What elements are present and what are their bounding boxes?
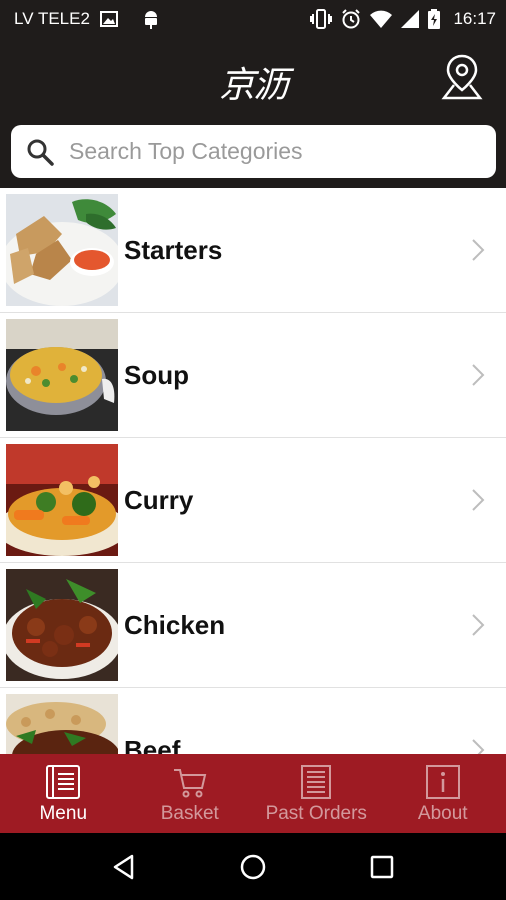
curry-dish-image <box>6 444 118 556</box>
chevron-right-icon <box>472 364 485 386</box>
category-row-starters[interactable]: Starters <box>0 188 506 313</box>
chevron-right-icon <box>472 239 485 261</box>
android-icon <box>142 9 160 29</box>
tab-past-orders[interactable]: Past Orders <box>253 754 380 833</box>
category-label: Beef <box>124 735 181 754</box>
tab-label: Past Orders <box>265 803 367 824</box>
tab-about[interactable]: About <box>380 754 506 833</box>
category-label: Starters <box>124 235 223 265</box>
menu-book-icon <box>46 765 81 799</box>
tab-label: About <box>417 803 468 824</box>
tab-label: Menu <box>39 803 88 824</box>
search-bar[interactable]: Search Top Categories <box>11 125 496 178</box>
alarm-icon <box>341 9 361 29</box>
map-location-icon[interactable] <box>438 52 486 100</box>
category-label: Soup <box>124 360 189 390</box>
category-row-soup[interactable]: Soup <box>0 313 506 438</box>
starters-dish-image <box>6 194 118 306</box>
image-icon <box>99 11 118 27</box>
receipt-icon <box>301 765 332 799</box>
app-header: 京沥 Search Top Categories <box>0 38 506 188</box>
search-input[interactable]: Search Top Categories <box>69 138 303 165</box>
clock-time: 16:17 <box>453 9 496 28</box>
search-icon <box>25 137 55 167</box>
signal-icon <box>401 10 420 28</box>
beef-dish-image <box>6 694 118 754</box>
info-icon <box>425 765 460 799</box>
category-label: Curry <box>124 485 194 515</box>
restaurant-logo: 京沥 <box>218 65 289 106</box>
bottom-tab-bar: Menu Basket Past Orders About <box>0 754 506 833</box>
vibrate-icon <box>310 9 333 29</box>
status-bar: LV TELE2 16:17 <box>0 0 506 38</box>
tab-menu[interactable]: Menu <box>0 754 127 833</box>
category-row-curry[interactable]: Curry <box>0 438 506 563</box>
recents-icon[interactable] <box>362 847 402 887</box>
chicken-dish-image <box>6 569 118 681</box>
tab-basket[interactable]: Basket <box>127 754 254 833</box>
battery-charging-icon <box>428 9 441 29</box>
category-list: Starters Soup Curry Chicken Beef <box>0 188 506 754</box>
chevron-right-icon <box>472 739 485 754</box>
back-icon[interactable] <box>104 847 144 887</box>
wifi-icon <box>370 10 393 28</box>
tab-label: Basket <box>160 803 219 824</box>
chevron-right-icon <box>472 614 485 636</box>
home-icon[interactable] <box>233 847 273 887</box>
soup-dish-image <box>6 319 118 431</box>
category-label: Chicken <box>124 610 226 640</box>
category-row-chicken[interactable]: Chicken <box>0 563 506 688</box>
chevron-right-icon <box>472 489 485 511</box>
cart-icon <box>173 769 207 798</box>
system-navigation-bar <box>0 833 506 900</box>
category-row-beef[interactable]: Beef <box>0 688 506 754</box>
carrier-label: LV TELE2 <box>14 9 90 28</box>
